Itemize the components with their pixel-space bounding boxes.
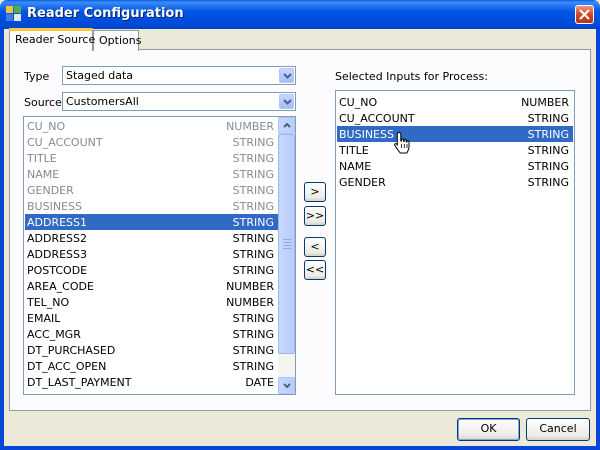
selected-inputs-label: Selected Inputs for Process: — [335, 70, 488, 83]
list-item[interactable]: CU_ACCOUNT STRING — [25, 134, 278, 150]
list-item[interactable]: POSTCODE STRING — [25, 262, 278, 278]
remove-button[interactable]: < — [304, 237, 326, 257]
app-icon — [6, 6, 22, 22]
add-all-button[interactable]: >> — [304, 206, 326, 226]
chevron-down-icon — [283, 73, 292, 79]
hand-pointer-icon — [394, 131, 410, 154]
scroll-down-button[interactable] — [278, 377, 295, 394]
list-item[interactable]: GENDER STRING — [25, 182, 278, 198]
list-item[interactable]: ADDRESS2 STRING — [25, 230, 278, 246]
available-list-scrollbar[interactable] — [278, 117, 295, 394]
list-item[interactable]: CU_NO NUMBER — [337, 94, 573, 110]
window-frame-left — [0, 29, 4, 450]
list-item[interactable]: AREA_CODE NUMBER — [25, 278, 278, 294]
available-columns-list[interactable]: CU_NO NUMBER CU_ACCOUNT STRING TITLE STRING… — [23, 116, 296, 395]
type-label: Type — [24, 70, 50, 83]
source-dropdown-button[interactable] — [279, 94, 294, 109]
list-item[interactable]: BUSINESS STRING — [25, 198, 278, 214]
close-icon — [579, 9, 590, 20]
chevron-down-icon — [283, 383, 291, 388]
remove-all-button[interactable]: << — [304, 260, 326, 280]
list-item[interactable]: GENDER STRING — [337, 174, 573, 190]
scroll-thumb[interactable] — [278, 134, 295, 354]
list-item[interactable]: DT_LAST_PAYMENT DATE — [25, 374, 278, 390]
cancel-button[interactable]: Cancel — [526, 418, 590, 441]
list-item[interactable]: ADDRESS1 STRING — [25, 214, 278, 230]
source-select[interactable]: CustomersAll — [62, 92, 296, 111]
list-item[interactable]: CU_NO NUMBER — [25, 118, 278, 134]
selected-inputs-list[interactable]: CU_NO NUMBER CU_ACCOUNT STRING BUSINESS STR… — [335, 90, 575, 395]
ok-button[interactable]: OK — [457, 418, 520, 441]
add-button[interactable]: > — [304, 182, 326, 202]
chevron-down-icon — [283, 99, 292, 105]
list-item[interactable]: TITLE STRING — [25, 150, 278, 166]
tab-reader-source[interactable]: Reader Source — [9, 28, 95, 51]
list-item[interactable]: ADDRESS3 STRING — [25, 246, 278, 262]
list-item[interactable]: ACC_MGR STRING — [25, 326, 278, 342]
title-bar[interactable]: Reader Configuration — [0, 0, 600, 29]
chevron-up-icon — [283, 123, 291, 128]
list-item[interactable]: BUSINESS STRING — [337, 126, 573, 142]
tab-options[interactable]: Options — [93, 30, 141, 51]
type-select-value: Staged data — [66, 69, 134, 82]
list-item[interactable]: TEL_NO NUMBER — [25, 294, 278, 310]
list-item[interactable]: DT_PURCHASED STRING — [25, 342, 278, 358]
list-item[interactable]: EMAIL STRING — [25, 310, 278, 326]
source-select-value: CustomersAll — [66, 95, 139, 108]
list-item[interactable]: CU_ACCOUNT STRING — [337, 110, 573, 126]
source-label: Source — [24, 96, 62, 109]
type-dropdown-button[interactable] — [279, 68, 294, 83]
list-item[interactable]: DT_ACC_OPEN STRING — [25, 358, 278, 374]
window-title: Reader Configuration — [27, 6, 184, 21]
list-item[interactable]: NAME STRING — [25, 166, 278, 182]
window-frame-right — [596, 29, 600, 450]
list-item[interactable]: NAME STRING — [337, 158, 573, 174]
window-frame-bottom — [0, 446, 600, 450]
list-item[interactable]: TITLE STRING — [337, 142, 573, 158]
scroll-up-button[interactable] — [278, 117, 295, 134]
close-button[interactable] — [575, 5, 594, 24]
type-select[interactable]: Staged data — [62, 66, 296, 85]
